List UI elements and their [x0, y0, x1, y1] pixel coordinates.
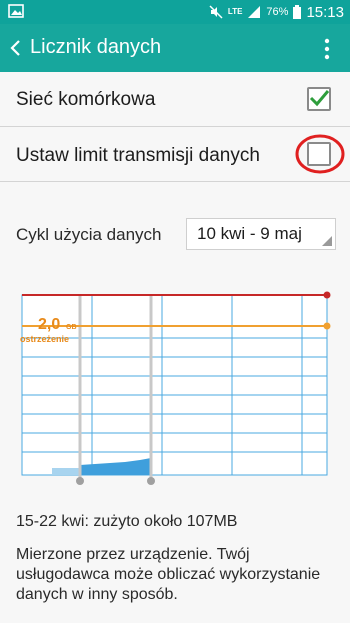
checkmark-icon	[309, 90, 330, 107]
overflow-menu-icon[interactable]	[324, 38, 330, 60]
limit-handle[interactable]	[323, 291, 331, 299]
usage-summary: 15-22 kwi: zużyto około 107MB	[16, 513, 238, 530]
action-bar: Licznik danych	[0, 24, 350, 72]
usage-area-before	[52, 468, 80, 475]
page-title: Licznik danych	[30, 36, 162, 58]
highlight-circle	[295, 134, 345, 174]
set-limit-row[interactable]: Ustaw limit transmisji danych	[0, 127, 350, 181]
warning-handle[interactable]	[323, 322, 331, 330]
warning-value: 2,0	[38, 316, 60, 333]
clock: 15:13	[306, 3, 344, 21]
battery-icon	[293, 5, 302, 19]
cycle-label: Cykl użycia danych	[16, 225, 162, 244]
range-start-knob[interactable]	[76, 477, 84, 485]
chart-grid	[21, 294, 328, 476]
data-usage-chart: 2,0 GB ostrzeżenie	[20, 291, 331, 485]
usage-note: Mierzone przez urządzenie. Twój usługoda…	[16, 546, 321, 603]
dropdown-corner-icon	[322, 236, 332, 246]
range-end-knob[interactable]	[147, 477, 155, 485]
battery-percent: 76%	[266, 6, 289, 18]
set-limit-label: Ustaw limit transmisji danych	[16, 145, 260, 166]
network-type: LTE	[227, 7, 243, 16]
signal-icon	[248, 6, 261, 18]
mobile-data-label: Sieć komórkowa	[16, 89, 156, 110]
mute-icon	[209, 5, 223, 19]
status-icons: LTE 76% 15:13	[209, 2, 344, 22]
mobile-data-checkbox[interactable]	[307, 87, 331, 111]
cycle-dropdown[interactable]: 10 kwi - 9 maj	[186, 218, 336, 250]
status-bar: LTE 76% 15:13	[0, 0, 350, 24]
divider	[0, 181, 350, 182]
cycle-value: 10 kwi - 9 maj	[197, 224, 302, 243]
warning-unit: GB	[66, 324, 77, 331]
mobile-data-row[interactable]: Sieć komórkowa	[0, 72, 350, 126]
image-notification-icon	[8, 4, 24, 18]
warning-label: ostrzeżenie	[20, 334, 69, 344]
back-arrow-icon[interactable]	[8, 38, 22, 58]
